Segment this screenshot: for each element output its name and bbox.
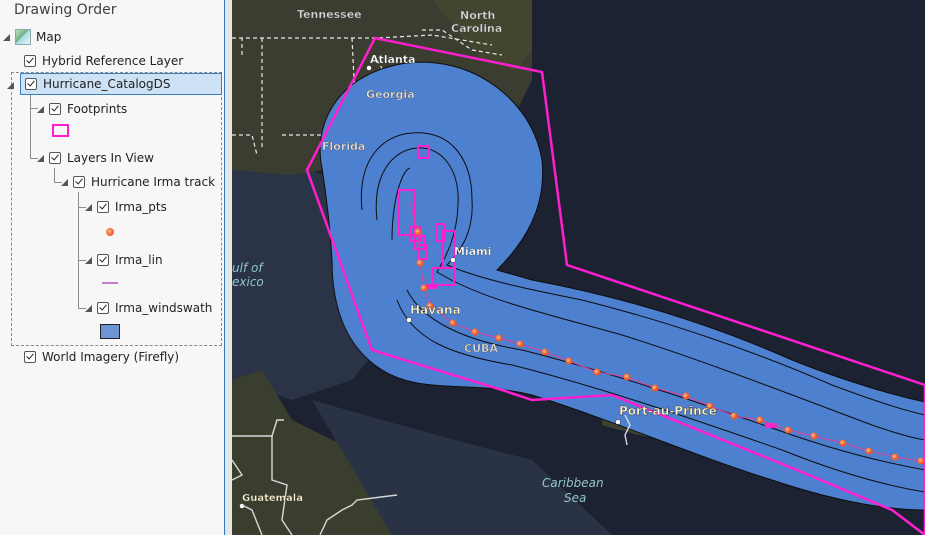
track-point bbox=[839, 439, 847, 447]
map-view[interactable]: Tennessee North Carolina Atlanta Georgia… bbox=[232, 0, 925, 535]
tree-node-irma-track[interactable]: Hurricane Irma track bbox=[61, 172, 215, 192]
collapse-arrow-icon[interactable] bbox=[7, 81, 14, 89]
visibility-checkbox[interactable] bbox=[24, 55, 36, 67]
drawing-order-panel: Drawing Order Map Hybrid Reference Layer… bbox=[0, 0, 225, 535]
label-port-au-prince: Port-au-Prince bbox=[619, 404, 717, 418]
tree-node-layers-in-view[interactable]: Layers In View bbox=[37, 148, 154, 168]
label-caribbean-2: Sea bbox=[564, 491, 586, 505]
map-canvas: Tennessee North Carolina Atlanta Georgia… bbox=[232, 0, 925, 535]
label-caribbean-1: Caribbean bbox=[542, 476, 604, 490]
collapse-arrow-icon[interactable] bbox=[85, 203, 92, 211]
label-georgia: Georgia bbox=[366, 88, 415, 101]
panel-title: Drawing Order bbox=[14, 2, 117, 18]
label-miami: Miami bbox=[454, 245, 491, 258]
collapse-arrow-icon[interactable] bbox=[61, 178, 68, 186]
panel-splitter[interactable] bbox=[225, 0, 232, 535]
label-guatemala: Guatemala bbox=[242, 493, 303, 504]
tree-connector bbox=[54, 168, 55, 182]
tree-node-footprints[interactable]: Footprints bbox=[37, 99, 127, 119]
polygon-symbol-icon bbox=[100, 324, 120, 339]
track-point bbox=[730, 412, 738, 420]
track-point bbox=[865, 447, 873, 455]
layer-label: Hurricane_CatalogDS bbox=[43, 77, 171, 91]
tree-node-hybrid-reference[interactable]: Hybrid Reference Layer bbox=[24, 51, 183, 71]
tree-node-irma-lin[interactable]: Irma_lin bbox=[85, 250, 163, 270]
label-florida: Florida bbox=[322, 140, 365, 153]
track-point bbox=[416, 259, 424, 267]
tree-node-world-imagery[interactable]: World Imagery (Firefly) bbox=[24, 347, 179, 367]
atlanta-marker bbox=[366, 65, 372, 71]
label-gulf-1: ulf of bbox=[232, 261, 264, 275]
track-point bbox=[756, 416, 764, 424]
visibility-checkbox[interactable] bbox=[24, 351, 36, 363]
track-point bbox=[682, 392, 690, 400]
collapse-arrow-icon[interactable] bbox=[3, 33, 10, 41]
collapse-arrow-icon[interactable] bbox=[37, 154, 44, 162]
track-point bbox=[516, 340, 524, 348]
track-point bbox=[593, 368, 601, 376]
visibility-checkbox[interactable] bbox=[97, 302, 109, 314]
track-point bbox=[651, 384, 659, 392]
visibility-checkbox[interactable] bbox=[49, 152, 61, 164]
tree-node-hurricane-catalog[interactable] bbox=[7, 75, 19, 95]
layer-label: Irma_lin bbox=[115, 253, 163, 267]
layer-label: Layers In View bbox=[67, 151, 154, 165]
track-point bbox=[784, 426, 792, 434]
collapse-arrow-icon[interactable] bbox=[37, 105, 44, 113]
track-point bbox=[471, 328, 479, 336]
label-havana: Havana bbox=[410, 303, 461, 317]
layer-label: Hurricane Irma track bbox=[91, 175, 216, 189]
track-point bbox=[495, 334, 503, 342]
track-point bbox=[565, 357, 573, 365]
line-symbol-icon bbox=[102, 282, 118, 284]
collapse-arrow-icon[interactable] bbox=[85, 256, 92, 264]
visibility-checkbox[interactable] bbox=[97, 201, 109, 213]
layer-label: Hybrid Reference Layer bbox=[42, 54, 184, 68]
label-cuba: CUBA bbox=[464, 342, 498, 355]
track-point bbox=[917, 457, 925, 465]
track-point bbox=[891, 453, 899, 461]
track-point bbox=[810, 432, 818, 440]
tree-connector bbox=[30, 95, 31, 158]
track-point bbox=[449, 319, 457, 327]
track-point bbox=[414, 228, 422, 236]
point-symbol-icon bbox=[106, 228, 114, 236]
layer-label: Map bbox=[36, 30, 62, 44]
tree-node-irma-pts[interactable]: Irma_pts bbox=[85, 197, 167, 217]
tree-node-map[interactable]: Map bbox=[3, 27, 61, 47]
layer-label: Irma_pts bbox=[115, 200, 167, 214]
layer-label: Footprints bbox=[67, 102, 128, 116]
layer-label: Irma_windswath bbox=[115, 301, 213, 315]
selected-layer-row[interactable]: Hurricane_CatalogDS bbox=[20, 73, 222, 95]
tree-connector bbox=[78, 192, 79, 308]
visibility-checkbox[interactable] bbox=[73, 176, 85, 188]
track-point bbox=[623, 373, 631, 381]
visibility-checkbox[interactable] bbox=[49, 103, 61, 115]
label-atlanta: Atlanta bbox=[370, 53, 415, 66]
label-gulf-2: exico bbox=[232, 275, 264, 289]
footprint-symbol-icon bbox=[52, 124, 69, 137]
havana-marker bbox=[406, 317, 412, 323]
collapse-arrow-icon[interactable] bbox=[85, 304, 92, 312]
label-tennessee: Tennessee bbox=[297, 8, 362, 21]
miami-marker bbox=[450, 257, 456, 263]
map-icon bbox=[15, 29, 31, 45]
track-point bbox=[420, 284, 428, 292]
track-point bbox=[541, 348, 549, 356]
visibility-checkbox[interactable] bbox=[97, 254, 109, 266]
visibility-checkbox[interactable] bbox=[25, 78, 37, 90]
layer-label: World Imagery (Firefly) bbox=[42, 350, 180, 364]
tree-node-irma-windswath[interactable]: Irma_windswath bbox=[85, 298, 212, 318]
label-north: North bbox=[460, 9, 495, 22]
port-au-prince-marker bbox=[615, 419, 621, 425]
label-carolina: Carolina bbox=[451, 22, 502, 35]
